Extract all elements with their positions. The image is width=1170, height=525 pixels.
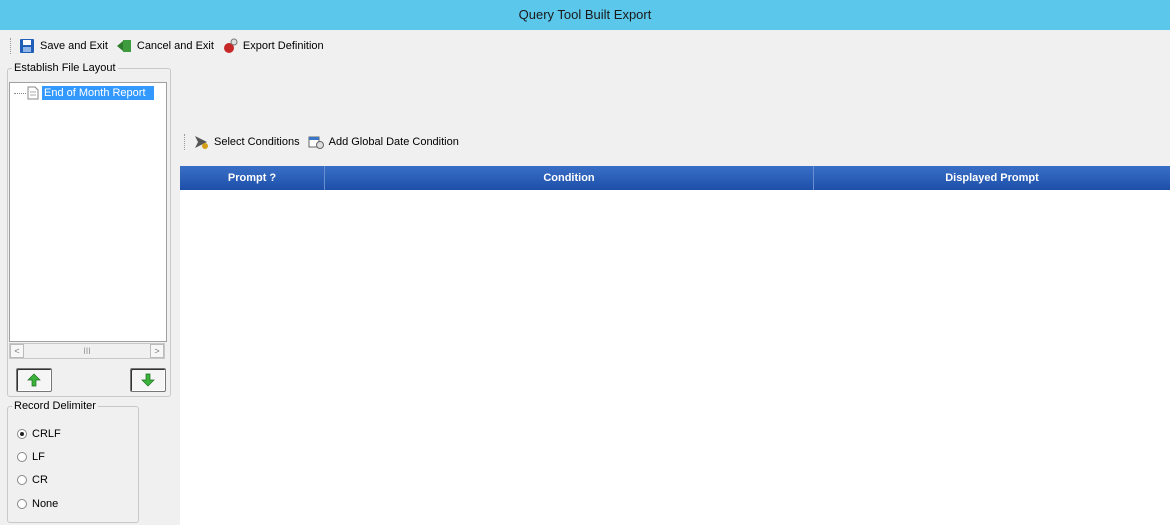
- radio-label: LF: [32, 451, 45, 463]
- radio-label: CR: [32, 474, 48, 486]
- radio-button[interactable]: [17, 452, 27, 462]
- radio-crlf[interactable]: CRLF: [17, 428, 61, 440]
- floppy-disk-icon: [19, 38, 35, 54]
- save-and-exit-label: Save and Exit: [40, 40, 108, 52]
- window-title: Query Tool Built Export: [0, 0, 1170, 30]
- radio-cr[interactable]: CR: [17, 474, 48, 486]
- grid-header: Prompt ? Condition Displayed Prompt: [180, 166, 1170, 190]
- scroll-right-arrow[interactable]: >: [149, 344, 164, 358]
- document-icon: [27, 86, 39, 100]
- scroll-thumb[interactable]: III: [83, 346, 91, 356]
- conditions-toolbar: Select Conditions Add Global Date Condit…: [180, 130, 467, 154]
- select-conditions-button[interactable]: Select Conditions: [193, 134, 300, 150]
- column-header-prompt[interactable]: Prompt ?: [180, 166, 325, 190]
- export-definition-label: Export Definition: [242, 40, 324, 52]
- add-global-date-condition-label: Add Global Date Condition: [328, 136, 459, 148]
- add-global-date-condition-button[interactable]: Add Global Date Condition: [308, 134, 459, 150]
- radio-button[interactable]: [17, 429, 27, 439]
- radio-button[interactable]: [17, 475, 27, 485]
- tree-connector: [14, 92, 26, 94]
- scroll-left-arrow[interactable]: <: [10, 344, 24, 358]
- tree-item[interactable]: End of Month Report: [14, 86, 154, 100]
- cancel-and-exit-button[interactable]: Cancel and Exit: [116, 38, 214, 54]
- move-up-button[interactable]: [16, 368, 52, 392]
- export-icon: [222, 38, 238, 54]
- file-layout-tree[interactable]: End of Month Report: [9, 82, 167, 342]
- toolbar-grip: [184, 134, 187, 150]
- calendar-add-icon: [308, 134, 324, 150]
- tree-horizontal-scrollbar[interactable]: < III >: [9, 343, 165, 359]
- select-conditions-icon: [193, 134, 209, 150]
- main-toolbar: Save and Exit Cancel and Exit Export Def…: [0, 30, 1170, 62]
- conditions-grid[interactable]: Prompt ? Condition Displayed Prompt: [180, 166, 1170, 525]
- establish-file-layout-legend: Establish File Layout: [14, 62, 116, 74]
- export-definition-button[interactable]: Export Definition: [222, 38, 324, 54]
- radio-button[interactable]: [17, 499, 27, 509]
- tree-item-label: End of Month Report: [42, 86, 154, 100]
- radio-label: CRLF: [32, 428, 61, 440]
- radio-lf[interactable]: LF: [17, 451, 45, 463]
- toolbar-grip: [10, 38, 13, 54]
- exit-arrow-icon: [116, 38, 132, 54]
- green-down-arrow-icon: [141, 373, 155, 387]
- cancel-and-exit-label: Cancel and Exit: [136, 40, 214, 52]
- radio-none[interactable]: None: [17, 498, 58, 510]
- move-down-button[interactable]: [130, 368, 166, 392]
- green-up-arrow-icon: [27, 373, 41, 387]
- column-header-condition[interactable]: Condition: [325, 166, 814, 190]
- column-header-displayed-prompt[interactable]: Displayed Prompt: [814, 166, 1170, 190]
- radio-label: None: [32, 498, 59, 510]
- record-delimiter-legend: Record Delimiter: [14, 400, 96, 412]
- select-conditions-label: Select Conditions: [214, 136, 300, 148]
- save-and-exit-button[interactable]: Save and Exit: [19, 38, 108, 54]
